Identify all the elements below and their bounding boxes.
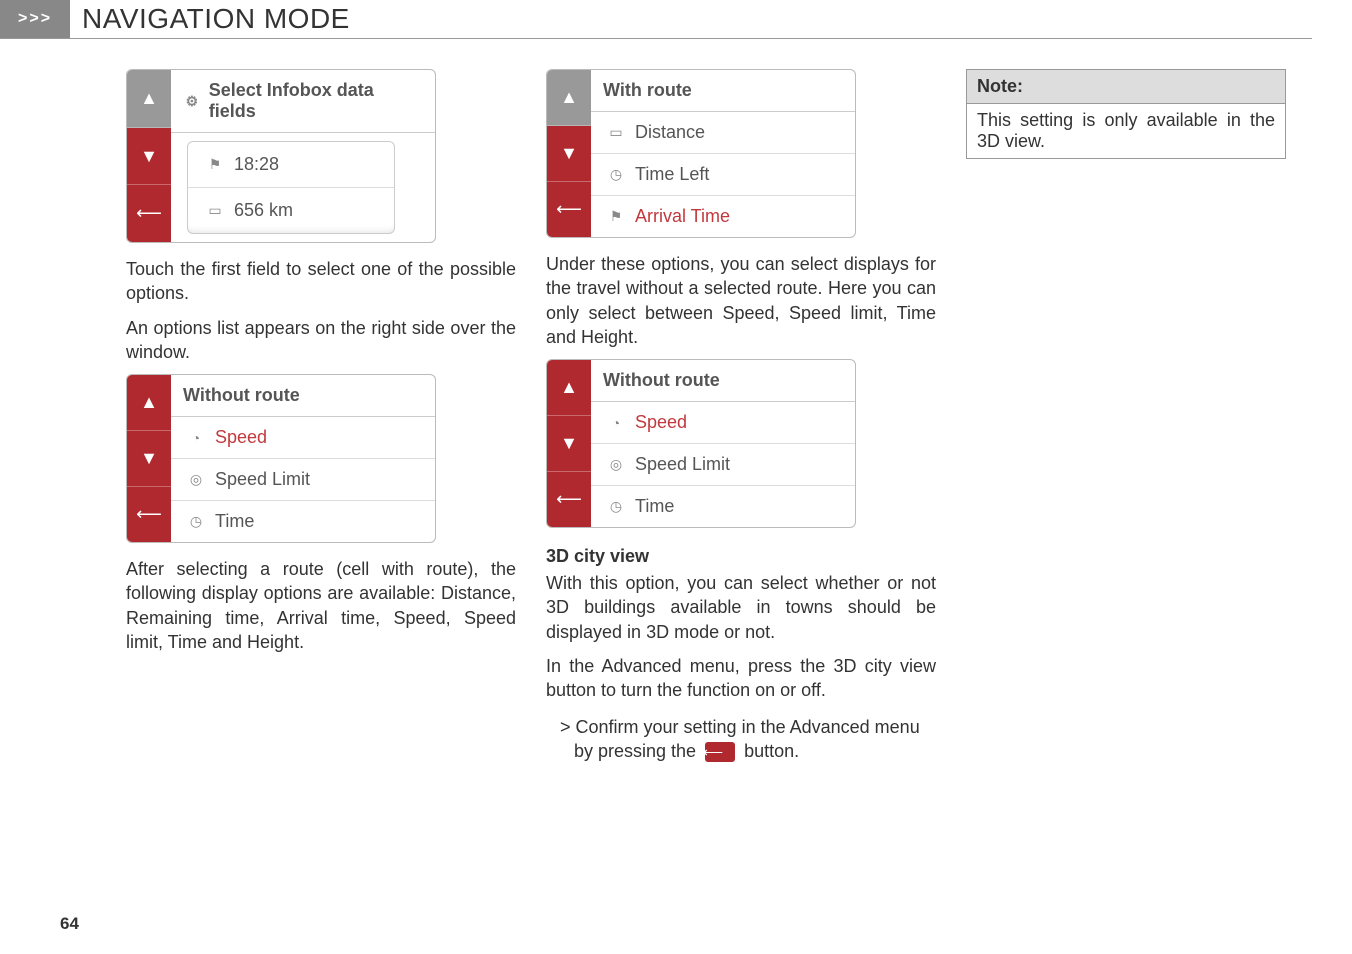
option-speed-limit-label: Speed Limit	[215, 469, 310, 490]
chevron-up-icon: ▲	[140, 392, 158, 413]
widget-nav: ▲ ▼ ⟵	[127, 70, 171, 242]
widget-nav: ▲ ▼ ⟵	[547, 360, 591, 527]
option-arrival-time-label: Arrival Time	[635, 206, 730, 227]
option-speed-limit-label: Speed Limit	[635, 454, 730, 475]
column-right: Note: This setting is only available in …	[966, 69, 1286, 763]
note-box: Note: This setting is only available in …	[966, 69, 1286, 159]
section-marker: >>>	[0, 0, 70, 38]
option-arrival-time[interactable]: ⚑ Arrival Time	[591, 196, 855, 237]
chevron-down-icon: ▼	[140, 448, 158, 469]
chevron-down-icon: ▼	[140, 146, 158, 167]
scroll-up-button[interactable]: ▲	[547, 360, 591, 416]
back-arrow-icon: ⟵	[705, 742, 735, 762]
back-button[interactable]: ⟵	[127, 185, 171, 242]
option-speed-limit[interactable]: ◎ Speed Limit	[591, 444, 855, 486]
option-distance-label: Distance	[635, 122, 705, 143]
scroll-down-button[interactable]: ▼	[547, 126, 591, 182]
clock-icon: ◷	[187, 513, 205, 531]
scroll-down-button[interactable]: ▼	[127, 431, 171, 487]
infobox-row-distance-value: 656 km	[234, 200, 293, 221]
option-time[interactable]: ◷ Time	[171, 501, 435, 542]
option-time-label: Time	[215, 511, 254, 532]
limit-icon: ◎	[607, 456, 625, 474]
chevron-up-icon: ▲	[560, 377, 578, 398]
without-route-widget: ▲ ▼ ⟵ Without route ◔ Speed ◎ Speed Limi…	[126, 374, 436, 543]
confirm-instruction: > Confirm your setting in the Advanced m…	[546, 715, 936, 764]
option-time-label: Time	[635, 496, 674, 517]
scroll-up-button[interactable]: ▲	[127, 375, 171, 431]
settings-icon: ⚙	[183, 92, 201, 110]
gauge-icon: ◔	[187, 429, 205, 447]
distance-icon: ▭	[206, 202, 224, 220]
flag-icon: ⚑	[607, 208, 625, 226]
option-speed[interactable]: ◔ Speed	[171, 417, 435, 459]
chevron-down-icon: ▼	[560, 143, 578, 164]
option-speed[interactable]: ◔ Speed	[591, 402, 855, 444]
widget-body: Without route ◔ Speed ◎ Speed Limit ◷ Ti…	[171, 375, 435, 542]
page-number: 64	[60, 914, 79, 934]
chevron-up-icon: ▲	[140, 88, 158, 109]
paragraph: Under these options, you can select disp…	[546, 252, 936, 349]
paragraph: An options list appears on the right sid…	[126, 316, 516, 365]
section-heading-3d: 3D city view	[546, 546, 936, 567]
back-button[interactable]: ⟵	[547, 182, 591, 237]
back-arrow-icon: ⟵	[556, 489, 582, 510]
option-time-left-label: Time Left	[635, 164, 709, 185]
page-header: >>> NAVIGATION MODE	[0, 0, 1312, 39]
paragraph: Touch the first field to select one of t…	[126, 257, 516, 306]
column-left: ▲ ▼ ⟵ ⚙ Select Infobox data fields ⚑ 18	[126, 69, 516, 763]
distance-icon: ▭	[607, 124, 625, 142]
column-middle: ▲ ▼ ⟵ With route ▭ Distance ◷ Time Left	[546, 69, 936, 763]
widget-nav: ▲ ▼ ⟵	[127, 375, 171, 542]
widget-nav: ▲ ▼ ⟵	[547, 70, 591, 237]
option-time-left[interactable]: ◷ Time Left	[591, 154, 855, 196]
infobox-inner-card: ⚑ 18:28 ▭ 656 km	[187, 141, 395, 234]
back-button[interactable]: ⟵	[547, 472, 591, 527]
paragraph: After selecting a route (cell with route…	[126, 557, 516, 654]
chevron-up-icon: ▲	[560, 87, 578, 108]
option-distance[interactable]: ▭ Distance	[591, 112, 855, 154]
limit-icon: ◎	[187, 471, 205, 489]
infobox-row-time[interactable]: ⚑ 18:28	[188, 142, 394, 188]
page-title: NAVIGATION MODE	[82, 3, 350, 35]
widget-title-text: With route	[591, 70, 855, 112]
note-title: Note:	[967, 70, 1285, 104]
infobox-fields-widget: ▲ ▼ ⟵ ⚙ Select Infobox data fields ⚑ 18	[126, 69, 436, 243]
option-speed-limit[interactable]: ◎ Speed Limit	[171, 459, 435, 501]
without-route-widget-2: ▲ ▼ ⟵ Without route ◔ Speed ◎ Speed Limi…	[546, 359, 856, 528]
gauge-icon: ◔	[607, 414, 625, 432]
chevron-down-icon: ▼	[560, 433, 578, 454]
widget-body: With route ▭ Distance ◷ Time Left ⚑ Arri…	[591, 70, 855, 237]
clock-icon: ◷	[607, 498, 625, 516]
note-body: This setting is only available in the 3D…	[967, 104, 1285, 158]
back-arrow-icon: ⟵	[136, 203, 162, 224]
with-route-widget: ▲ ▼ ⟵ With route ▭ Distance ◷ Time Left	[546, 69, 856, 238]
flag-icon: ⚑	[206, 156, 224, 174]
back-arrow-icon: ⟵	[556, 199, 582, 220]
confirm-text-a: > Confirm your setting in the Advanced m…	[560, 717, 920, 761]
paragraph: In the Advanced menu, press the 3D city …	[546, 654, 936, 703]
clock-icon: ◷	[607, 166, 625, 184]
infobox-row-distance[interactable]: ▭ 656 km	[188, 188, 394, 233]
back-button[interactable]: ⟵	[127, 487, 171, 542]
scroll-down-button[interactable]: ▼	[127, 128, 171, 186]
scroll-up-button[interactable]: ▲	[547, 70, 591, 126]
option-time[interactable]: ◷ Time	[591, 486, 855, 527]
content-columns: ▲ ▼ ⟵ ⚙ Select Infobox data fields ⚑ 18	[0, 59, 1352, 763]
confirm-text-b: button.	[744, 741, 799, 761]
infobox-row-time-value: 18:28	[234, 154, 279, 175]
widget-title-text: Select Infobox data fields	[209, 80, 423, 122]
scroll-down-button[interactable]: ▼	[547, 416, 591, 472]
paragraph: With this option, you can select whether…	[546, 571, 936, 644]
widget-body: Without route ◔ Speed ◎ Speed Limit ◷ Ti…	[591, 360, 855, 527]
widget-title-text: Without route	[171, 375, 435, 417]
back-arrow-icon: ⟵	[136, 504, 162, 525]
scroll-up-button[interactable]: ▲	[127, 70, 171, 128]
option-speed-label: Speed	[215, 427, 267, 448]
widget-title-text: Without route	[591, 360, 855, 402]
option-speed-label: Speed	[635, 412, 687, 433]
widget-title: ⚙ Select Infobox data fields	[171, 70, 435, 133]
widget-body: ⚙ Select Infobox data fields ⚑ 18:28 ▭ 6…	[171, 70, 435, 242]
